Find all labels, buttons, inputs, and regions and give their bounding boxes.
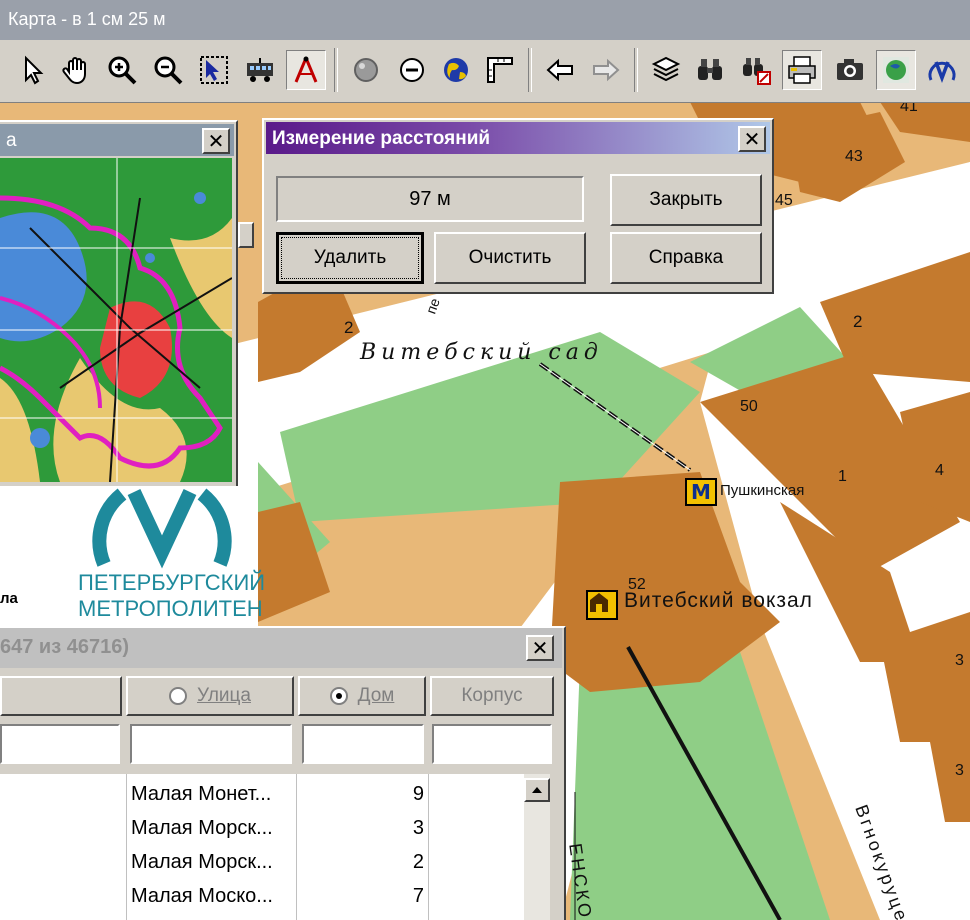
back-arrow-icon[interactable] bbox=[540, 50, 580, 90]
overview-map-drawing bbox=[0, 158, 232, 482]
railway-station-icon[interactable] bbox=[586, 590, 618, 620]
table-row[interactable]: Малая Монет... 9 bbox=[0, 778, 522, 812]
garden-label: Витебский сад bbox=[360, 340, 603, 365]
arrow-up-icon bbox=[532, 787, 542, 793]
house-cell: 7 bbox=[412, 885, 424, 907]
station-building-icon bbox=[590, 593, 608, 612]
overview-close-button[interactable]: ✕ bbox=[202, 128, 230, 154]
zoom-rect-icon[interactable] bbox=[194, 50, 234, 90]
street-cell: Малая Монет... bbox=[131, 783, 272, 805]
metro-letter: M bbox=[691, 480, 711, 504]
house-cell: 3 bbox=[412, 817, 424, 839]
building-header-label: Корпус bbox=[461, 685, 523, 706]
search-panel-close-x[interactable]: ✕ bbox=[526, 635, 554, 661]
metro-station-icon[interactable]: M bbox=[685, 478, 717, 506]
forward-arrow-icon[interactable] bbox=[586, 50, 626, 90]
logo-text-line1: ПЕТЕРБУРГСКИЙ bbox=[78, 570, 266, 595]
house-number: 50 bbox=[740, 398, 758, 415]
overview-window[interactable]: а ✕ bbox=[0, 120, 238, 488]
layers-icon[interactable] bbox=[646, 50, 686, 90]
camera-icon[interactable] bbox=[830, 50, 870, 90]
column-header-house[interactable]: Дом bbox=[298, 676, 426, 716]
gray-circle-icon[interactable] bbox=[346, 50, 386, 90]
overview-map[interactable] bbox=[0, 158, 232, 482]
table-row[interactable]: Малая Морск... 2 bbox=[0, 846, 522, 880]
house-header-label: Дом bbox=[357, 685, 395, 706]
close-button[interactable]: Закрыть bbox=[610, 174, 762, 226]
street-filter-input[interactable] bbox=[130, 724, 292, 764]
overview-title: а bbox=[6, 130, 17, 151]
map-globe-icon[interactable] bbox=[876, 50, 916, 90]
distance-readout: 97 м bbox=[276, 176, 584, 222]
window-titlebar[interactable]: Карта - в 1 см 25 м bbox=[0, 0, 970, 40]
table-row[interactable]: Малая Моско... 7 bbox=[0, 880, 522, 914]
zoom-out-icon[interactable] bbox=[148, 50, 188, 90]
metro-logo bbox=[92, 488, 232, 569]
logo-left-fragment: ла bbox=[0, 590, 18, 607]
column-header-street[interactable]: Улица bbox=[126, 676, 294, 716]
measure-dialog-titlebar[interactable]: Измерение расстояний bbox=[266, 122, 770, 154]
measure-dialog-close-x[interactable]: ✕ bbox=[738, 126, 766, 152]
minus-circle-icon[interactable] bbox=[392, 50, 432, 90]
house-filter-input[interactable] bbox=[302, 724, 424, 764]
house-number: 3 bbox=[955, 762, 964, 779]
column-header-building[interactable]: Корпус bbox=[430, 676, 554, 716]
overview-titlebar[interactable]: а bbox=[0, 124, 234, 156]
street-cell: Малая Морск... bbox=[131, 817, 273, 839]
house-number: 3 bbox=[955, 652, 964, 669]
street-header-label: Улица bbox=[197, 685, 251, 706]
house-number: 45 bbox=[775, 192, 793, 209]
street-cell: Малая Морск... bbox=[131, 851, 273, 873]
metro-station-label: Пушкинская bbox=[720, 482, 805, 499]
metro-logo-panel: ПЕТЕРБУРГСКИЙ МЕТРОПОЛИТЕН ла bbox=[0, 486, 265, 626]
logo-text-line2: МЕТРОПОЛИТЕН bbox=[78, 596, 263, 621]
scroll-up-button[interactable] bbox=[524, 778, 550, 802]
house-number: 41 bbox=[900, 102, 918, 115]
pointer-icon[interactable] bbox=[12, 50, 52, 90]
results-list[interactable]: Малая Монет... 9 Малая Морск... 3 Малая … bbox=[0, 774, 524, 920]
house-number: 43 bbox=[845, 148, 863, 165]
filter-input-blank[interactable] bbox=[0, 724, 120, 764]
binoculars-icon[interactable] bbox=[690, 50, 730, 90]
binoculars-search-icon[interactable] bbox=[736, 50, 776, 90]
print-preview-icon[interactable] bbox=[782, 50, 822, 90]
hand-icon[interactable] bbox=[56, 50, 96, 90]
railway-station-label: Витебский вокзал bbox=[624, 589, 813, 612]
house-cell: 9 bbox=[412, 783, 424, 805]
house-number: 1 bbox=[838, 468, 847, 485]
overview-scroll-stub[interactable] bbox=[238, 222, 254, 248]
house-number: 4 bbox=[935, 462, 944, 479]
house-number: 2 bbox=[853, 312, 863, 331]
zoom-in-icon[interactable] bbox=[102, 50, 142, 90]
compass-measure-icon[interactable] bbox=[286, 50, 326, 90]
table-row[interactable]: Малая Морск... 3 bbox=[0, 812, 522, 846]
train-icon[interactable] bbox=[240, 50, 280, 90]
results-scrollbar[interactable] bbox=[524, 774, 550, 920]
ruler-icon[interactable] bbox=[480, 50, 520, 90]
clear-button[interactable]: Очистить bbox=[434, 232, 586, 284]
building-filter-input[interactable] bbox=[432, 724, 552, 764]
house-radio[interactable] bbox=[329, 687, 348, 705]
toolbar-separator bbox=[634, 48, 638, 92]
delete-button[interactable]: Удалить bbox=[276, 232, 424, 284]
metro-logo-icon[interactable] bbox=[922, 50, 962, 90]
globe-icon[interactable] bbox=[436, 50, 476, 90]
help-button[interactable]: Справка bbox=[610, 232, 762, 284]
search-panel-title: 647 из 46716) bbox=[0, 636, 129, 658]
house-cell: 2 bbox=[412, 851, 424, 873]
measure-distance-dialog[interactable]: Измерение расстояний ✕ 97 м Закрыть Удал… bbox=[262, 118, 774, 294]
column-header-blank[interactable] bbox=[0, 676, 122, 716]
toolbar-separator bbox=[334, 48, 338, 92]
toolbar-separator bbox=[528, 48, 532, 92]
search-panel-titlebar[interactable]: 647 из 46716) bbox=[0, 628, 562, 668]
main-toolbar bbox=[0, 40, 970, 103]
house-number: 2 bbox=[344, 318, 354, 337]
street-cell: Малая Моско... bbox=[131, 885, 273, 907]
measure-dialog-title: Измерение расстояний bbox=[272, 128, 491, 149]
window-title: Карта - в 1 см 25 м bbox=[8, 9, 166, 29]
street-radio[interactable] bbox=[169, 687, 188, 705]
